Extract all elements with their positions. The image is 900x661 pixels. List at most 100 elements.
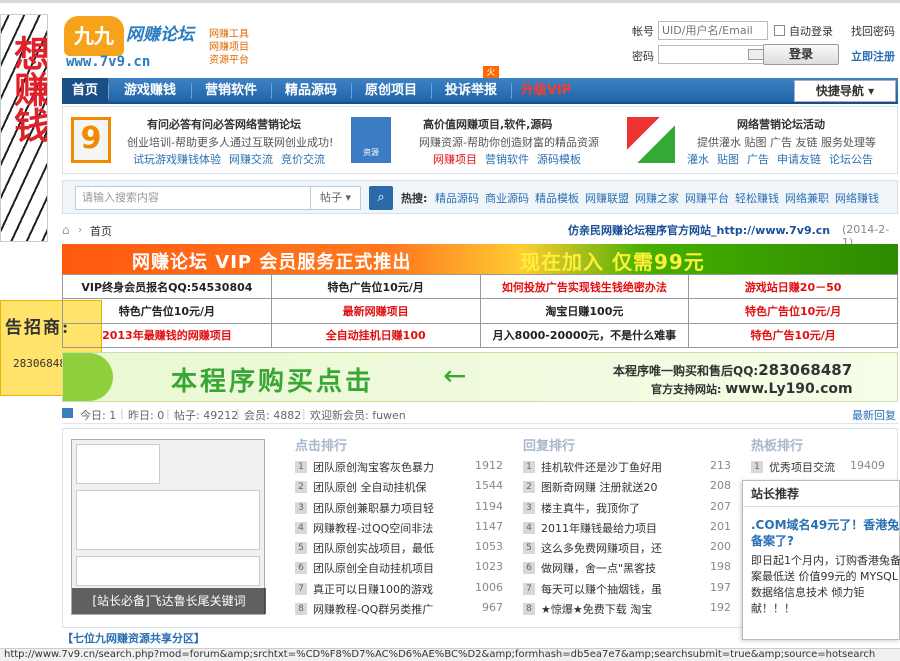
hot-search-link[interactable]: 网赚之家 (635, 192, 679, 205)
ad-cell[interactable]: 最新网赚项目 (270, 298, 481, 324)
rank-title[interactable]: 每天可以赚个抽烟钱，虽 (541, 581, 662, 597)
promo-title[interactable]: 高价值网赚项目,软件,源码 (423, 116, 552, 132)
rank-row[interactable]: 4 2011年赚钱最给力项目 201 (523, 518, 731, 538)
ad-cell[interactable]: 特色广告10元/月 (688, 322, 898, 349)
stat-welcome[interactable]: 欢迎新会员: fuwen (310, 407, 406, 423)
auto-login-checkbox[interactable] (774, 25, 785, 36)
rank-row[interactable]: 1 优秀项目交流 19409 (751, 457, 885, 477)
promo-link[interactable]: 网赚交流 (229, 153, 273, 166)
rank-row[interactable]: 5 团队原创实战项目，最低 1053 (295, 538, 503, 558)
rank-row[interactable]: 3 团队原创兼职暴力项目轻 1194 (295, 498, 503, 518)
rank-title[interactable]: 真正可以日赚100的游戏 (313, 581, 433, 597)
search-input[interactable]: 请输入搜索内容 (75, 186, 311, 210)
rank-title[interactable]: 团队原创 全自动挂机保 (313, 479, 427, 495)
vip-banner[interactable]: 网赚论坛 VIP 会员服务正式推出 现在加入 仅需99元 (62, 244, 898, 274)
nav-home[interactable]: 首页 (62, 78, 108, 104)
hot-search-link[interactable]: 网赚平台 (685, 192, 729, 205)
nav-game-earn[interactable]: 游戏赚钱 (110, 78, 190, 104)
ad-cell[interactable]: VIP终身会员报名QQ:54530804 (62, 273, 272, 300)
promo-link[interactable]: 源码模板 (537, 153, 581, 166)
rank-row[interactable]: 7 每天可以赚个抽烟钱，虽 197 (523, 579, 731, 599)
rank-title[interactable]: 楼主真牛，我顶你了 (541, 500, 640, 516)
rank-row[interactable]: 1 挂机软件还是沙丁鱼好用 213 (523, 457, 731, 477)
share-zone-header[interactable]: 【七位九网赚资源共享分区】 (62, 630, 898, 648)
rank-row[interactable]: 2 图新奇网赚 注册就送20 208 (523, 477, 731, 497)
webmaster-recommend-popup[interactable]: 站长推荐 .COM域名49元了！香港兔备案了? 即日起1个月内，订购香港兔备案最… (742, 480, 900, 640)
ad-cell[interactable]: 游戏站日赚20－50 (688, 273, 898, 300)
left-floating-ad[interactable]: 想赚钱 (0, 14, 48, 242)
home-icon[interactable]: ⌂ (62, 223, 70, 237)
find-password-link[interactable]: 找回密码 (851, 23, 895, 39)
hot-search-link[interactable]: 网络兼职 (785, 192, 829, 205)
rank-row[interactable]: 2 团队原创 全自动挂机保 1544 (295, 477, 503, 497)
recommend-title[interactable]: .COM域名49元了！香港兔备案了? (751, 517, 900, 549)
ad-cell[interactable]: 特色广告位10元/月 (62, 298, 272, 324)
rank-title[interactable]: 团队原创兼职暴力项目轻 (313, 500, 434, 516)
rank-row[interactable]: 3 楼主真牛，我顶你了 207 (523, 498, 731, 518)
promo-link[interactable]: 竞价交流 (281, 153, 325, 166)
rank-title[interactable]: 图新奇网赚 注册就送20 (541, 479, 658, 495)
rank-title[interactable]: ★惊爆★免费下载 淘宝 (541, 601, 652, 617)
slide-caption[interactable]: [站长必备]飞达鲁长尾关键词 (72, 588, 266, 614)
search-button[interactable]: ⌕ (369, 186, 393, 210)
promo-link[interactable]: 贴图 (717, 153, 739, 166)
promo-link[interactable]: 网赚项目 (433, 153, 477, 166)
promo-title[interactable]: 有问必答有问必答网络营销论坛 (147, 116, 301, 132)
rank-row[interactable]: 7 真正可以日赚100的游戏 1006 (295, 579, 503, 599)
rank-row[interactable]: 6 团队原创全自动挂机项目 1023 (295, 558, 503, 578)
promo-link[interactable]: 灌水 (687, 153, 709, 166)
rank-title[interactable]: 这么多免费网赚项目，还 (541, 540, 662, 556)
hot-search-link[interactable]: 精品源码 (435, 192, 479, 205)
rank-title[interactable]: 团队原创全自动挂机项目 (313, 560, 434, 576)
rank-title[interactable]: 团队原创实战项目，最低 (313, 540, 434, 556)
hot-search-link[interactable]: 商业源码 (485, 192, 529, 205)
rank-row[interactable]: 8 网赚教程-QQ群另类推广 967 (295, 599, 503, 619)
featured-slide[interactable]: [站长必备]飞达鲁长尾关键词 (71, 439, 266, 615)
site-notice[interactable]: 仿亲民网赚论坛程序官方网站_http://www.7v9.cn (568, 222, 830, 238)
hot-search-link[interactable]: 网络赚钱 (835, 192, 879, 205)
rank-row[interactable]: 8 ★惊爆★免费下载 淘宝 192 (523, 599, 731, 619)
nav-marketing-software[interactable]: 营销软件 (192, 78, 270, 104)
rank-row[interactable]: 4 网赚教程-过QQ空间非法 1147 (295, 518, 503, 538)
promo-link[interactable]: 申请友链 (777, 153, 821, 166)
rank-title[interactable]: 2011年赚钱最给力项目 (541, 520, 657, 536)
keyboard-icon[interactable] (748, 49, 764, 60)
rank-title[interactable]: 挂机软件还是沙丁鱼好用 (541, 459, 662, 475)
ad-cell[interactable]: 特色广告位10元/月 (688, 298, 898, 324)
ad-cell[interactable]: 2013年最赚钱的网赚项目 (62, 322, 272, 349)
site-logo[interactable]: 九九 网赚论坛 www.7v9.cn 网赚工具 网赚项目 资源平台 (64, 14, 264, 70)
promo-title[interactable]: 网络营销论坛活动 (737, 116, 825, 132)
hot-search-link[interactable]: 网赚联盟 (585, 192, 629, 205)
ad-cell[interactable]: 月入8000-20000元，不是什么难事 (479, 322, 690, 349)
rank-row[interactable]: 1 团队原创淘宝客灰色暴力 1912 (295, 457, 503, 477)
ad-cell[interactable]: 全自动挂机日赚100 (270, 322, 481, 349)
rank-title[interactable]: 做网赚，舍一点"黑客技 (541, 560, 656, 576)
promo-link[interactable]: 论坛公告 (829, 153, 873, 166)
account-input[interactable] (658, 21, 768, 40)
quick-nav-button[interactable]: 快捷导航 ▾ (794, 80, 896, 102)
login-button[interactable]: 登录 (763, 44, 839, 65)
register-link[interactable]: 立即注册 (851, 48, 895, 64)
ad-cell[interactable]: 如何投放广告实现钱生钱绝密办法 (479, 273, 690, 300)
hot-search-link[interactable]: 轻松赚钱 (735, 192, 779, 205)
nav-complaints[interactable]: 投诉举报 (432, 78, 510, 104)
rank-title[interactable]: 团队原创淘宝客灰色暴力 (313, 459, 434, 475)
nav-original-projects[interactable]: 原创项目 (352, 78, 430, 104)
promo-link[interactable]: 试玩游戏赚钱体验 (133, 153, 221, 166)
ad-cell[interactable]: 淘宝日赚100元 (479, 298, 690, 324)
ad-cell[interactable]: 特色广告位10元/月 (270, 273, 481, 300)
latest-replies-link[interactable]: 最新回复 (852, 407, 896, 423)
search-type-select[interactable]: 帖子 ▾ (311, 186, 361, 210)
rank-title[interactable]: 网赚教程-过QQ空间非法 (313, 520, 433, 536)
nav-upgrade-vip[interactable]: 升级VIP (512, 78, 580, 104)
nav-source-code[interactable]: 精品源码 (272, 78, 350, 104)
hot-search-link[interactable]: 精品模板 (535, 192, 579, 205)
rank-row[interactable]: 6 做网赚，舍一点"黑客技 198 (523, 558, 731, 578)
rank-title[interactable]: 网赚教程-QQ群另类推广 (313, 601, 433, 617)
rank-row[interactable]: 5 这么多免费网赚项目，还 200 (523, 538, 731, 558)
purchase-banner[interactable]: 本程序购买点击 ← 本程序唯一购买和售后QQ:283068487 官方支持网站:… (62, 352, 898, 402)
promo-link[interactable]: 广告 (747, 153, 769, 166)
promo-link[interactable]: 营销软件 (485, 153, 529, 166)
breadcrumb-home[interactable]: 首页 (90, 223, 112, 239)
rank-title[interactable]: 优秀项目交流 (769, 459, 835, 475)
